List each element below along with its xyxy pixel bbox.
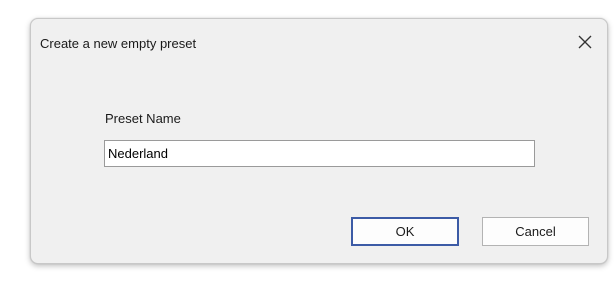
preset-name-input[interactable] bbox=[104, 140, 535, 167]
cancel-button[interactable]: Cancel bbox=[482, 217, 589, 246]
dialog-title: Create a new empty preset bbox=[40, 36, 197, 51]
close-button[interactable] bbox=[569, 27, 601, 57]
close-icon bbox=[578, 35, 592, 49]
create-preset-dialog: Create a new empty preset Preset Name OK… bbox=[30, 18, 608, 264]
preset-name-label: Preset Name bbox=[105, 111, 181, 126]
ok-button[interactable]: OK bbox=[351, 217, 459, 246]
